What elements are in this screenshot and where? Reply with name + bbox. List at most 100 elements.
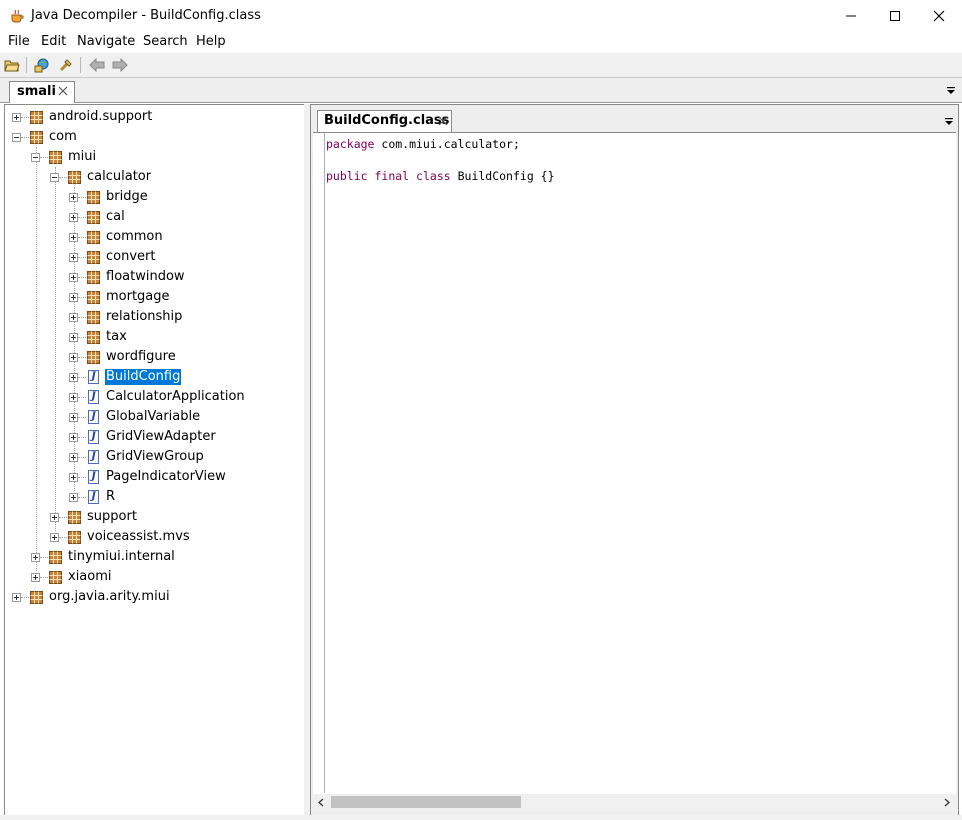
expand-icon[interactable]: [50, 533, 59, 542]
tree-connector: [78, 417, 86, 418]
package-icon: [87, 231, 100, 244]
expand-icon[interactable]: [69, 333, 78, 342]
expand-icon[interactable]: [69, 433, 78, 442]
tree-connector: [40, 157, 48, 158]
close-tab-icon[interactable]: [437, 115, 449, 127]
expand-icon[interactable]: [69, 413, 78, 422]
package-icon: [49, 551, 62, 564]
package-icon: [87, 351, 100, 364]
toolbar-separator: [80, 57, 81, 73]
code-view[interactable]: [313, 132, 956, 795]
tree-connector: [78, 497, 86, 498]
close-icon: [933, 10, 945, 22]
open-folder-icon: [4, 60, 20, 72]
tree-node-label: tinymiui.internal: [68, 549, 175, 564]
forward-button[interactable]: [111, 56, 129, 74]
expand-icon[interactable]: [12, 113, 21, 122]
tree-node-label: tax: [106, 329, 127, 344]
tree-node-label: R: [106, 489, 116, 504]
tree-node-label: GridViewGroup: [106, 449, 204, 464]
open-file-button[interactable]: [3, 56, 21, 74]
search-icon: [59, 59, 72, 72]
expand-icon[interactable]: [12, 593, 21, 602]
menu-navigate[interactable]: Navigate: [77, 34, 135, 49]
tab-list-dropdown-icon[interactable]: [945, 86, 957, 96]
expand-icon[interactable]: [69, 213, 78, 222]
collapse-icon[interactable]: [31, 153, 40, 162]
tree-node-label: mortgage: [106, 289, 170, 304]
menu-bar: File Edit Navigate Search Help: [0, 32, 962, 52]
tree-node-label: GridViewAdapter: [106, 429, 216, 444]
expand-icon[interactable]: [69, 453, 78, 462]
minimize-button[interactable]: [828, 0, 874, 32]
expand-icon[interactable]: [31, 553, 40, 562]
scrollbar-thumb[interactable]: [331, 796, 521, 808]
tree-node-label: cal: [106, 209, 125, 224]
expand-icon[interactable]: [69, 193, 78, 202]
tree-node-label: PageIndicatorView: [106, 469, 226, 484]
menu-help[interactable]: Help: [196, 34, 226, 49]
tree-connector: [78, 397, 86, 398]
close-button[interactable]: [916, 0, 962, 32]
code-gutter: [324, 133, 325, 793]
status-strip: [0, 815, 962, 820]
open-type-icon: [34, 58, 49, 73]
tree-node-label: bridge: [106, 189, 148, 204]
tree-connector: [21, 137, 29, 138]
tree-node-label: calculator: [87, 169, 152, 184]
tree-node-label: relationship: [106, 309, 183, 324]
expand-icon[interactable]: [69, 253, 78, 262]
package-icon: [87, 311, 100, 324]
tree-node-label: wordfigure: [106, 349, 176, 364]
close-tab-icon[interactable]: [57, 85, 69, 97]
scroll-right-icon[interactable]: [941, 797, 952, 808]
keyword: class: [416, 169, 451, 183]
search-button[interactable]: [57, 56, 75, 74]
tree-node-label: miui: [68, 149, 97, 164]
expand-icon[interactable]: [69, 373, 78, 382]
back-button[interactable]: [88, 56, 106, 74]
keyword: final: [374, 169, 410, 183]
expand-icon[interactable]: [69, 293, 78, 302]
toolbar: [0, 53, 962, 78]
expand-icon[interactable]: [69, 493, 78, 502]
maximize-button[interactable]: [872, 0, 918, 32]
tree-connector: [78, 317, 86, 318]
menu-search[interactable]: Search: [143, 34, 188, 49]
expand-icon[interactable]: [69, 233, 78, 242]
tree-connector: [40, 557, 48, 558]
tree-connector: [78, 457, 86, 458]
tree-node-label: GlobalVariable: [106, 409, 201, 424]
code-text: com.miui.calculator;: [374, 137, 520, 151]
menu-edit[interactable]: Edit: [41, 34, 66, 49]
tree-node-label: BuildConfig: [103, 368, 183, 386]
menu-file[interactable]: File: [8, 34, 30, 49]
outer-tab-strip: [0, 78, 962, 103]
tree-connector: [78, 337, 86, 338]
keyword: package: [326, 137, 375, 151]
java-class-icon: J: [88, 410, 99, 424]
code-line-1: package com.miui.calculator;: [326, 137, 520, 151]
open-type-button[interactable]: [33, 56, 51, 74]
java-class-icon: J: [88, 470, 99, 484]
expand-icon[interactable]: [69, 473, 78, 482]
minimize-icon: [846, 15, 856, 17]
expand-icon[interactable]: [69, 393, 78, 402]
tree-guide-line: [36, 147, 37, 571]
package-icon: [87, 331, 100, 344]
tree-connector: [78, 377, 86, 378]
expand-icon[interactable]: [50, 513, 59, 522]
collapse-icon[interactable]: [50, 173, 59, 182]
expand-icon[interactable]: [31, 573, 40, 582]
package-icon: [30, 591, 43, 604]
collapse-icon[interactable]: [12, 133, 21, 142]
tab-list-dropdown-icon[interactable]: [943, 117, 955, 127]
java-class-icon: J: [88, 390, 99, 404]
expand-icon[interactable]: [69, 313, 78, 322]
package-icon: [68, 531, 81, 544]
expand-icon[interactable]: [69, 353, 78, 362]
scroll-left-icon[interactable]: [316, 797, 327, 808]
tree-node-label: support: [87, 509, 137, 524]
tree-connector: [78, 297, 86, 298]
expand-icon[interactable]: [69, 273, 78, 282]
